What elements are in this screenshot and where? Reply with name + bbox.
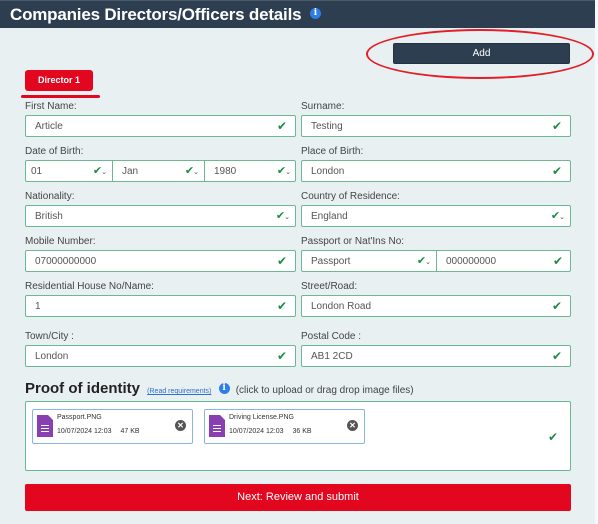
nationality-select[interactable]: British ✔⌄: [25, 205, 296, 227]
dob-label: Date of Birth:: [25, 146, 84, 157]
street-value: London Road: [311, 301, 372, 312]
first-name-field[interactable]: Article ✔: [25, 115, 296, 137]
proof-of-identity-heading: Proof of identity (Read requirements) i …: [25, 380, 414, 397]
page-header: Companies Directors/Officers details i: [0, 0, 595, 28]
check-chevron-icon: ✔⌄: [416, 254, 431, 267]
check-icon: ✔: [276, 254, 287, 268]
surname-field[interactable]: Testing ✔: [301, 115, 571, 137]
country-of-residence-value: England: [311, 211, 348, 222]
file-meta: 10/07/2024 12:03 47 KB: [57, 428, 140, 435]
dob-year-select[interactable]: 1980 ✔⌄: [204, 161, 296, 181]
upload-hint: (click to upload or drag drop image file…: [235, 385, 414, 396]
file-dropzone[interactable]: Passport.PNG 10/07/2024 12:03 47 KB ✕ Dri…: [25, 401, 571, 471]
dob-month-select[interactable]: Jan ✔⌄: [112, 161, 204, 181]
next-review-submit-button[interactable]: Next: Review and submit: [25, 484, 571, 511]
check-chevron-icon: ✔⌄: [550, 209, 565, 222]
nationality-label: Nationality:: [25, 191, 75, 202]
town-field[interactable]: London ✔: [25, 345, 296, 367]
dob-field-group: 01 ✔⌄ Jan ✔⌄ 1980 ✔⌄: [25, 160, 296, 182]
check-chevron-icon: ✔⌄: [275, 209, 290, 222]
street-field[interactable]: London Road ✔: [301, 295, 571, 317]
id-number-field[interactable]: 000000000 ✔: [436, 251, 571, 271]
file-date: 10/07/2024 12:03: [229, 428, 284, 435]
proof-title-text: Proof of identity: [25, 380, 140, 397]
add-director-button[interactable]: Add: [393, 43, 570, 64]
check-icon: ✔: [547, 430, 558, 444]
check-icon: ✔: [552, 254, 563, 268]
file-name: Driving License.PNG: [229, 414, 294, 421]
check-icon: ✔: [551, 299, 562, 313]
mobile-field[interactable]: 07000000000 ✔: [25, 250, 296, 272]
document-file-icon: [37, 415, 53, 437]
postal-code-field[interactable]: AB1 2CD ✔: [301, 345, 571, 367]
check-icon: ✔: [276, 299, 287, 313]
mobile-value: 07000000000: [35, 256, 97, 267]
town-label: Town/City :: [25, 331, 74, 342]
file-size: 36 KB: [292, 428, 312, 435]
surname-value: Testing: [311, 121, 343, 132]
town-value: London: [35, 351, 69, 362]
country-of-residence-select[interactable]: England ✔⌄: [301, 205, 571, 227]
file-size: 47 KB: [120, 428, 140, 435]
check-chevron-icon: ✔⌄: [92, 164, 107, 177]
read-requirements-link[interactable]: (Read requirements): [147, 388, 211, 395]
file-date: 10/07/2024 12:03: [57, 428, 112, 435]
file-name: Passport.PNG: [57, 414, 102, 421]
place-of-birth-field[interactable]: London ✔: [301, 160, 571, 182]
passport-label: Passport or Nat'Ins No:: [301, 236, 405, 247]
page-title-text: Companies Directors/Officers details: [10, 5, 302, 24]
house-value: 1: [35, 301, 41, 312]
house-label: Residential House No/Name:: [25, 281, 154, 292]
remove-file-icon[interactable]: ✕: [347, 420, 358, 431]
place-of-birth-label: Place of Birth:: [301, 146, 364, 157]
check-chevron-icon: ✔⌄: [184, 164, 199, 177]
dob-month-value: Jan: [122, 166, 139, 177]
nationality-value: British: [35, 211, 63, 222]
check-icon: ✔: [276, 119, 287, 133]
first-name-value: Article: [35, 121, 63, 132]
check-icon: ✔: [551, 119, 562, 133]
postal-code-label: Postal Code :: [301, 331, 362, 342]
check-icon: ✔: [551, 164, 562, 178]
page-title: Companies Directors/Officers details i: [10, 5, 321, 25]
file-card: Driving License.PNG 10/07/2024 12:03 36 K…: [204, 409, 365, 444]
check-icon: ✔: [276, 349, 287, 363]
file-card: Passport.PNG 10/07/2024 12:03 47 KB ✕: [32, 409, 193, 444]
postal-code-value: AB1 2CD: [311, 351, 353, 362]
id-type-select[interactable]: Passport ✔⌄: [302, 251, 436, 271]
info-icon[interactable]: i: [218, 382, 230, 394]
country-of-residence-label: Country of Residence:: [301, 191, 400, 202]
directors-page: Companies Directors/Officers details i A…: [0, 0, 595, 524]
document-file-icon: [209, 415, 225, 437]
mobile-label: Mobile Number:: [25, 236, 96, 247]
first-name-label: First Name:: [25, 101, 77, 112]
dob-year-value: 1980: [214, 166, 237, 177]
check-chevron-icon: ✔⌄: [276, 164, 291, 177]
active-tab-indicator: [21, 95, 100, 98]
dob-day-value: 01: [31, 166, 43, 177]
id-type-value: Passport: [311, 256, 351, 267]
id-number-value: 000000000: [446, 256, 497, 267]
passport-field-group: Passport ✔⌄ 000000000 ✔: [301, 250, 571, 272]
surname-label: Surname:: [301, 101, 345, 112]
tab-director-1[interactable]: Director 1: [25, 70, 93, 91]
info-icon[interactable]: i: [309, 8, 321, 20]
street-label: Street/Road:: [301, 281, 358, 292]
remove-file-icon[interactable]: ✕: [175, 420, 186, 431]
place-of-birth-value: London: [311, 166, 345, 177]
dob-day-select[interactable]: 01 ✔⌄: [26, 161, 112, 181]
check-icon: ✔: [551, 349, 562, 363]
house-field[interactable]: 1 ✔: [25, 295, 296, 317]
file-meta: 10/07/2024 12:03 36 KB: [229, 428, 312, 435]
